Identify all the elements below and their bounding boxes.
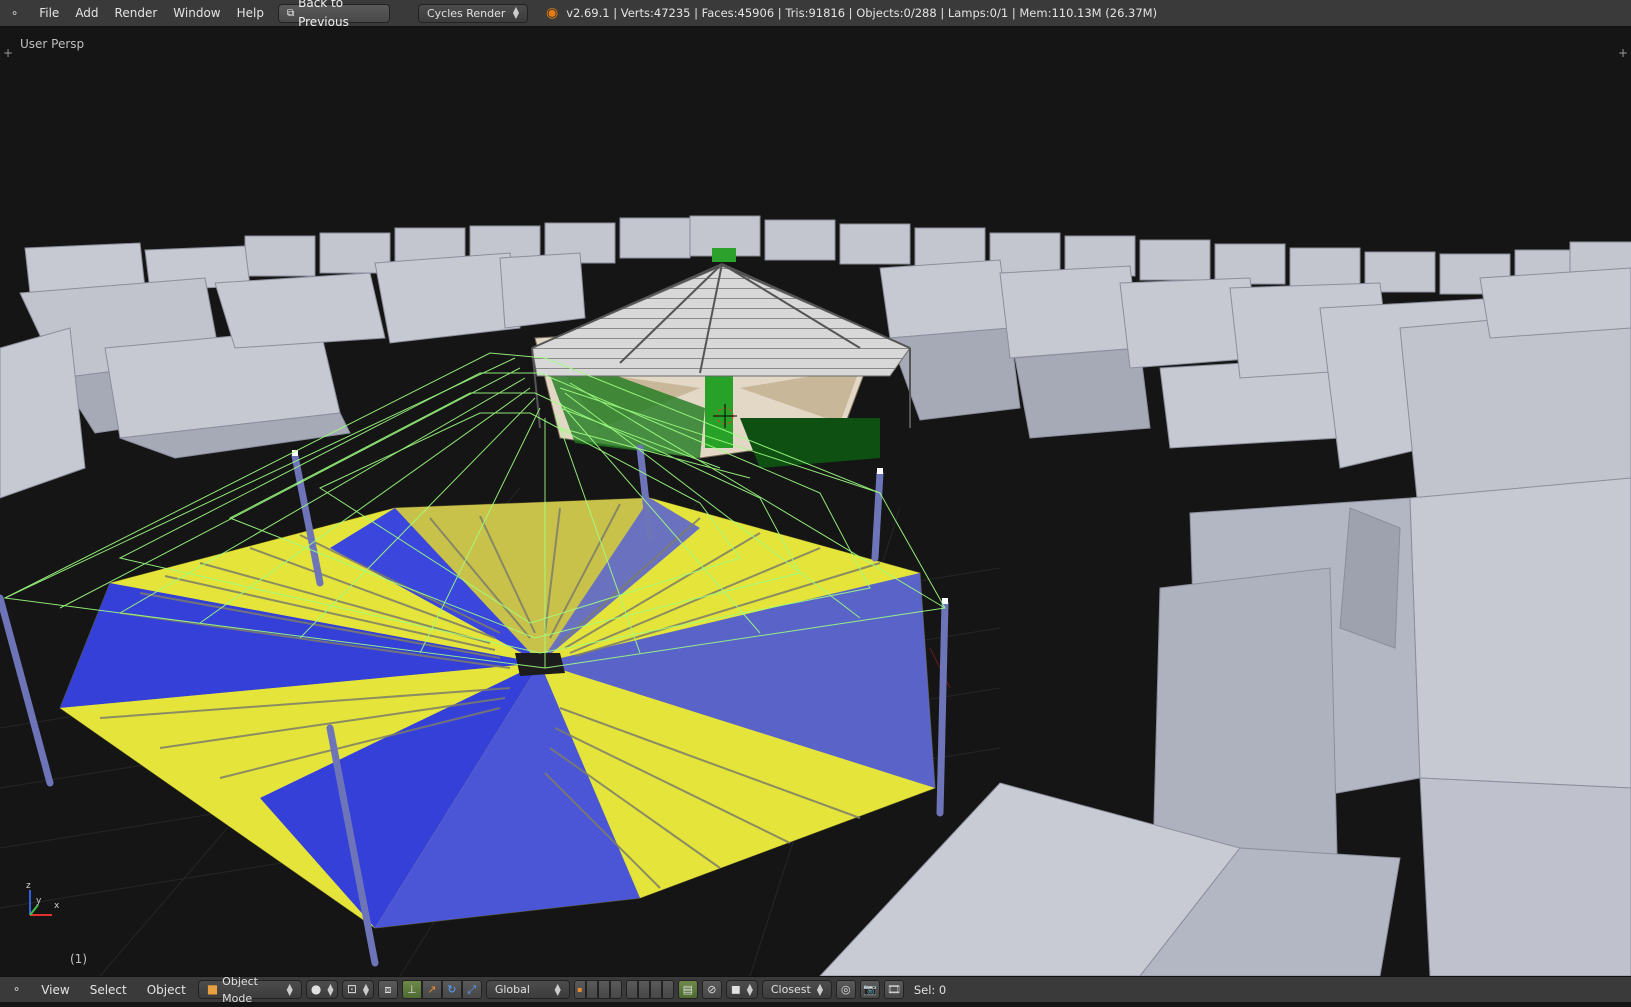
layer-7-icon[interactable] (649, 980, 662, 999)
view-perspective-label: User Persp (20, 37, 85, 51)
manipulator-group: ⊥ ↗ ↻ ⤢ (401, 980, 482, 999)
menu-render[interactable]: Render (107, 6, 166, 20)
scale-icon[interactable]: ⤢ (461, 980, 482, 999)
snap-target-label: Closest (770, 983, 811, 996)
menu-file[interactable]: File (31, 6, 67, 20)
split-corner-right-icon[interactable]: + (1618, 46, 1628, 60)
opengl-anim-icon[interactable]: 🎞 (883, 980, 904, 999)
snap-element-dropdown[interactable]: ◼ ▲ ▼ (725, 980, 758, 999)
svg-text:y: y (36, 896, 42, 906)
snap-target-dropdown[interactable]: Closest ▲ ▼ (761, 980, 832, 999)
orientation-dropdown[interactable]: Global ▲ ▼ (485, 980, 570, 999)
object-mode-icon: ■ (206, 982, 219, 996)
split-corner-left-icon[interactable]: + (3, 46, 13, 60)
svg-text:x: x (54, 901, 60, 911)
selection-count: Sel: 0 (913, 982, 947, 997)
distant-pavilion (531, 248, 911, 468)
translate-icon[interactable]: ↗ (421, 980, 442, 999)
layers-group-1: ▪ (573, 980, 622, 999)
current-frame-label: (1) (70, 952, 87, 966)
editor-type-icon[interactable]: ⚬ (10, 7, 19, 20)
svg-text:z: z (26, 881, 31, 891)
top-header: ⚬ File Add Render Window Help ⧉ Back to … (0, 0, 1631, 29)
layer-2-icon[interactable] (585, 980, 598, 999)
menu-view[interactable]: View (33, 983, 77, 997)
blender-logo-icon: ◉ (545, 5, 559, 21)
mode-label: Object Mode (222, 974, 258, 1005)
layer-manip-icon[interactable]: ⧈ (377, 980, 398, 999)
layer-6-icon[interactable] (637, 980, 650, 999)
snap-element-arrows-icon: ▲ ▼ (746, 981, 753, 997)
3d-viewport[interactable]: x y z User Persp (1) + + (0, 28, 1631, 976)
layer-8-icon[interactable] (661, 980, 674, 999)
orientation-label: Global (494, 983, 530, 996)
opengl-render-icon[interactable]: 📷 (859, 980, 880, 999)
orientation-arrows-icon: ▲ ▼ (554, 981, 561, 997)
snap-element-icon: ◼ (730, 982, 741, 996)
layers-group-2 (625, 980, 674, 999)
mode-arrows-icon: ▲ ▼ (286, 981, 293, 997)
proportional-edit-icon[interactable]: ⊘ (701, 980, 722, 999)
viewport-scene: x y z (0, 215, 1631, 976)
menu-select[interactable]: Select (82, 983, 135, 997)
axis-gizmo: x y z (26, 881, 60, 916)
back-to-previous-button[interactable]: ⧉ Back to Previous (277, 0, 390, 29)
pivot-arrows-icon: ▲ ▼ (362, 981, 370, 997)
bottom-header: ⚬ View Select Object ■ Object Mode ▲ ▼ ● … (0, 975, 1631, 1005)
manipulator-toggle-icon[interactable]: ⊥ (401, 980, 422, 999)
screen-back-icon: ⧉ (286, 7, 295, 19)
layer-5-icon[interactable] (625, 980, 638, 999)
render-engine-label: Cycles Render (426, 6, 506, 20)
layer-3-icon[interactable] (597, 980, 610, 999)
render-engine-dropdown[interactable]: Cycles Render ▲ ▼ (417, 3, 528, 23)
shading-arrows-icon: ▲ ▼ (327, 981, 334, 997)
menu-object[interactable]: Object (139, 983, 194, 997)
scene-stats: v2.69.1 | Verts:47235 | Faces:45906 | Tr… (566, 6, 1158, 20)
menu-window[interactable]: Window (165, 6, 228, 20)
pivot-icon: ⊡ (346, 982, 357, 996)
layer-1-icon[interactable]: ▪ (573, 980, 586, 999)
dropdown-arrows-icon: ▲ ▼ (512, 5, 519, 20)
layer-4-icon[interactable] (609, 980, 622, 999)
solid-shading-icon: ● (310, 982, 322, 996)
menu-add[interactable]: Add (67, 6, 106, 20)
shading-dropdown[interactable]: ● ▲ ▼ (305, 980, 338, 999)
snap-target-arrows-icon: ▲ ▼ (816, 981, 823, 997)
lock-camera-icon[interactable]: ▤ (677, 980, 698, 999)
menu-help[interactable]: Help (229, 6, 272, 20)
render-preview-icon[interactable]: ◎ (835, 980, 856, 999)
pivot-dropdown[interactable]: ⊡ ▲ ▼ (341, 980, 374, 999)
mode-dropdown[interactable]: ■ Object Mode ▲ ▼ (197, 975, 302, 1005)
rotate-icon[interactable]: ↻ (441, 980, 462, 999)
editor-type-icon-bottom[interactable]: ⚬ (12, 983, 21, 996)
